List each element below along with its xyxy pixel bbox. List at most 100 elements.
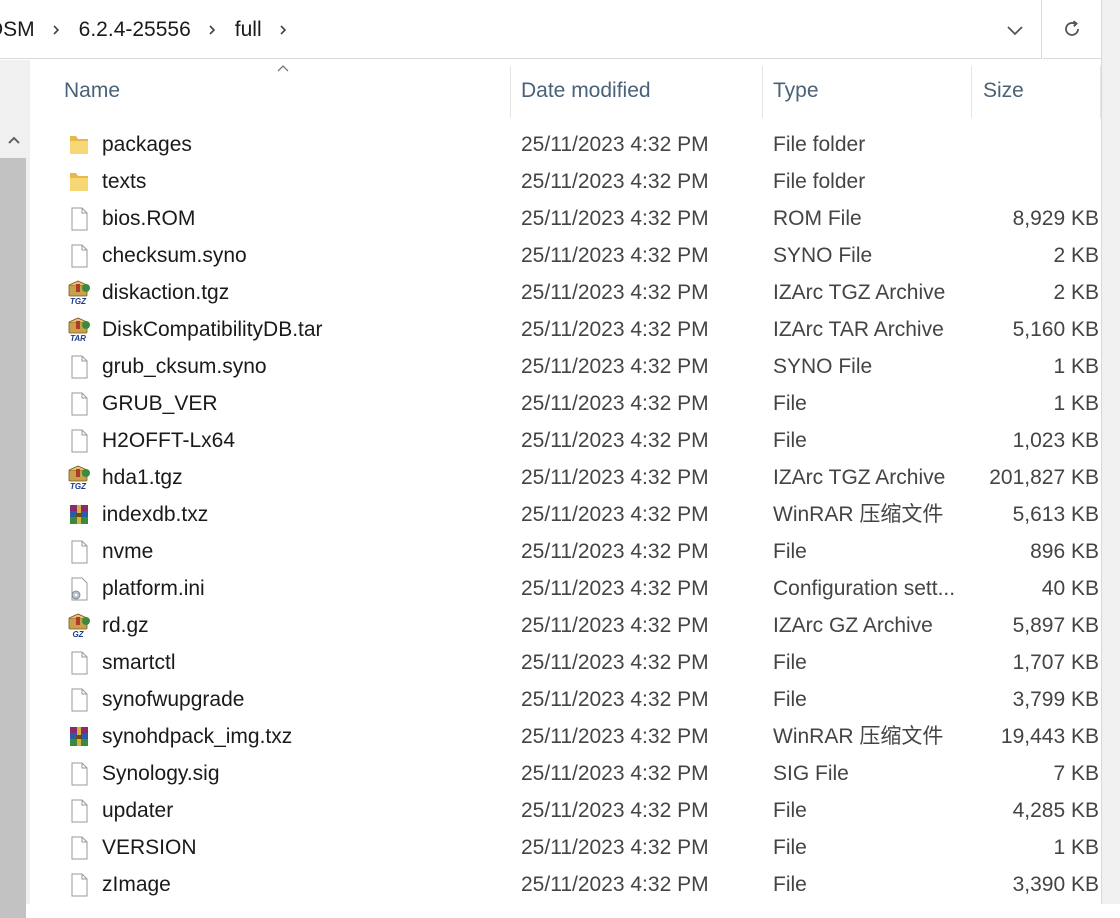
file-icon: [66, 650, 92, 676]
file-name[interactable]: H2OFFT-Lx64: [102, 422, 235, 459]
nav-pane-scrollbar[interactable]: [0, 60, 30, 918]
file-name[interactable]: indexdb.txz: [102, 496, 208, 533]
file-name[interactable]: synofwupgrade: [102, 681, 244, 718]
address-history-dropdown[interactable]: [1000, 16, 1030, 44]
izarc-tgz-icon: TGZ: [66, 280, 92, 306]
file-type: File folder: [773, 170, 866, 193]
file-row[interactable]: nvme 25/11/2023 4:32 PM File 896 KB: [30, 533, 1101, 570]
file-row[interactable]: zImage 25/11/2023 4:32 PM File 3,390 KB: [30, 866, 1101, 903]
file-row[interactable]: updater 25/11/2023 4:32 PM File 4,285 KB: [30, 792, 1101, 829]
file-icon: [66, 872, 92, 898]
file-date-modified: 25/11/2023 4:32 PM: [521, 466, 709, 489]
file-row[interactable]: Synology.sig 25/11/2023 4:32 PM SIG File…: [30, 755, 1101, 792]
izarc-gz-icon: GZ: [66, 613, 92, 639]
file-date-modified: 25/11/2023 4:32 PM: [521, 170, 709, 193]
file-row[interactable]: indexdb.txz 25/11/2023 4:32 PM WinRAR 压缩…: [30, 496, 1101, 533]
breadcrumb-item-version[interactable]: 6.2.4-25556: [79, 18, 191, 42]
refresh-button[interactable]: [1043, 0, 1101, 59]
file-row[interactable]: platform.ini 25/11/2023 4:32 PM Configur…: [30, 570, 1101, 607]
file-row[interactable]: GZ rd.gz 25/11/2023 4:32 PM IZArc GZ Arc…: [30, 607, 1101, 644]
file-row[interactable]: texts 25/11/2023 4:32 PM File folder: [30, 163, 1101, 200]
file-date-modified: 25/11/2023 4:32 PM: [521, 725, 709, 748]
file-row[interactable]: grub_cksum.syno 25/11/2023 4:32 PM SYNO …: [30, 348, 1101, 385]
column-divider[interactable]: [510, 66, 511, 118]
column-header-size[interactable]: Size: [983, 62, 1024, 120]
file-size: 5,613 KB: [1012, 503, 1099, 526]
file-name[interactable]: Synology.sig: [102, 755, 220, 792]
folder-icon: [66, 169, 92, 195]
file-row[interactable]: checksum.syno 25/11/2023 4:32 PM SYNO Fi…: [30, 237, 1101, 274]
column-divider[interactable]: [762, 66, 763, 118]
file-name[interactable]: DiskCompatibilityDB.tar: [102, 311, 323, 348]
file-type: WinRAR 压缩文件: [773, 503, 944, 526]
chevron-right-icon[interactable]: [207, 24, 217, 35]
file-name[interactable]: rd.gz: [102, 607, 149, 644]
file-name[interactable]: texts: [102, 163, 146, 200]
file-date-modified: 25/11/2023 4:32 PM: [521, 429, 709, 452]
file-row[interactable]: packages 25/11/2023 4:32 PM File folder: [30, 126, 1101, 163]
file-size: 19,443 KB: [1000, 725, 1099, 748]
file-icon: [66, 539, 92, 565]
chevron-right-icon[interactable]: [51, 24, 61, 35]
scrollbar-thumb[interactable]: [0, 158, 26, 918]
breadcrumb-item-full[interactable]: full: [235, 18, 262, 42]
column-header-name[interactable]: Name: [64, 62, 120, 120]
file-name[interactable]: checksum.syno: [102, 237, 247, 274]
file-size: 896 KB: [1030, 540, 1099, 563]
file-date-modified: 25/11/2023 4:32 PM: [521, 281, 709, 304]
file-date-modified: 25/11/2023 4:32 PM: [521, 688, 709, 711]
file-row[interactable]: bios.ROM 25/11/2023 4:32 PM ROM File 8,9…: [30, 200, 1101, 237]
file-name[interactable]: hda1.tgz: [102, 459, 183, 496]
file-name[interactable]: zImage: [102, 866, 171, 903]
file-name[interactable]: updater: [102, 792, 173, 829]
file-name[interactable]: VERSION: [102, 829, 197, 866]
column-header-date-modified[interactable]: Date modified: [521, 62, 651, 120]
file-name[interactable]: grub_cksum.syno: [102, 348, 267, 385]
file-name[interactable]: bios.ROM: [102, 200, 195, 237]
file-size: 1 KB: [1053, 355, 1099, 378]
file-date-modified: 25/11/2023 4:32 PM: [521, 614, 709, 637]
file-row[interactable]: TAR DiskCompatibilityDB.tar 25/11/2023 4…: [30, 311, 1101, 348]
file-row[interactable]: H2OFFT-Lx64 25/11/2023 4:32 PM File 1,02…: [30, 422, 1101, 459]
file-size: 1,707 KB: [1012, 651, 1099, 674]
column-divider[interactable]: [971, 66, 972, 118]
file-name[interactable]: platform.ini: [102, 570, 205, 607]
file-row[interactable]: smartctl 25/11/2023 4:32 PM File 1,707 K…: [30, 644, 1101, 681]
file-size: 5,897 KB: [1012, 614, 1099, 637]
column-divider[interactable]: [1100, 66, 1101, 118]
file-size: 1,023 KB: [1012, 429, 1099, 452]
file-name[interactable]: GRUB_VER: [102, 385, 218, 422]
file-row[interactable]: synohdpack_img.txz 25/11/2023 4:32 PM Wi…: [30, 718, 1101, 755]
file-size: 4,285 KB: [1012, 799, 1099, 822]
izarc-tar-icon: TAR: [66, 317, 92, 343]
column-header-type[interactable]: Type: [773, 62, 819, 120]
file-date-modified: 25/11/2023 4:32 PM: [521, 503, 709, 526]
folder-icon: [66, 132, 92, 158]
file-row[interactable]: GRUB_VER 25/11/2023 4:32 PM File 1 KB: [30, 385, 1101, 422]
file-name[interactable]: nvme: [102, 533, 153, 570]
file-size: 201,827 KB: [989, 466, 1099, 489]
file-size: 1 KB: [1053, 836, 1099, 859]
file-row[interactable]: TGZ hda1.tgz 25/11/2023 4:32 PM IZArc TG…: [30, 459, 1101, 496]
breadcrumb-item-dsm[interactable]: DSM: [0, 18, 35, 42]
file-type: File: [773, 540, 807, 563]
file-date-modified: 25/11/2023 4:32 PM: [521, 392, 709, 415]
file-type: WinRAR 压缩文件: [773, 725, 944, 748]
file-type: IZArc TAR Archive: [773, 318, 944, 341]
file-row[interactable]: VERSION 25/11/2023 4:32 PM File 1 KB: [30, 829, 1101, 866]
file-icon: [66, 798, 92, 824]
address-bar[interactable]: DSM 6.2.4-25556 full: [0, 0, 1042, 59]
file-type: SYNO File: [773, 355, 873, 378]
file-icon: [66, 761, 92, 787]
file-size: 3,390 KB: [1012, 873, 1099, 896]
file-name[interactable]: diskaction.tgz: [102, 274, 229, 311]
file-date-modified: 25/11/2023 4:32 PM: [521, 540, 709, 563]
file-row[interactable]: TGZ diskaction.tgz 25/11/2023 4:32 PM IZ…: [30, 274, 1101, 311]
chevron-right-icon[interactable]: [278, 24, 288, 35]
file-name[interactable]: smartctl: [102, 644, 176, 681]
scroll-up-arrow-icon[interactable]: [5, 132, 23, 148]
file-name[interactable]: packages: [102, 126, 192, 163]
file-name[interactable]: synohdpack_img.txz: [102, 718, 292, 755]
file-row[interactable]: synofwupgrade 25/11/2023 4:32 PM File 3,…: [30, 681, 1101, 718]
file-icon: [66, 835, 92, 861]
